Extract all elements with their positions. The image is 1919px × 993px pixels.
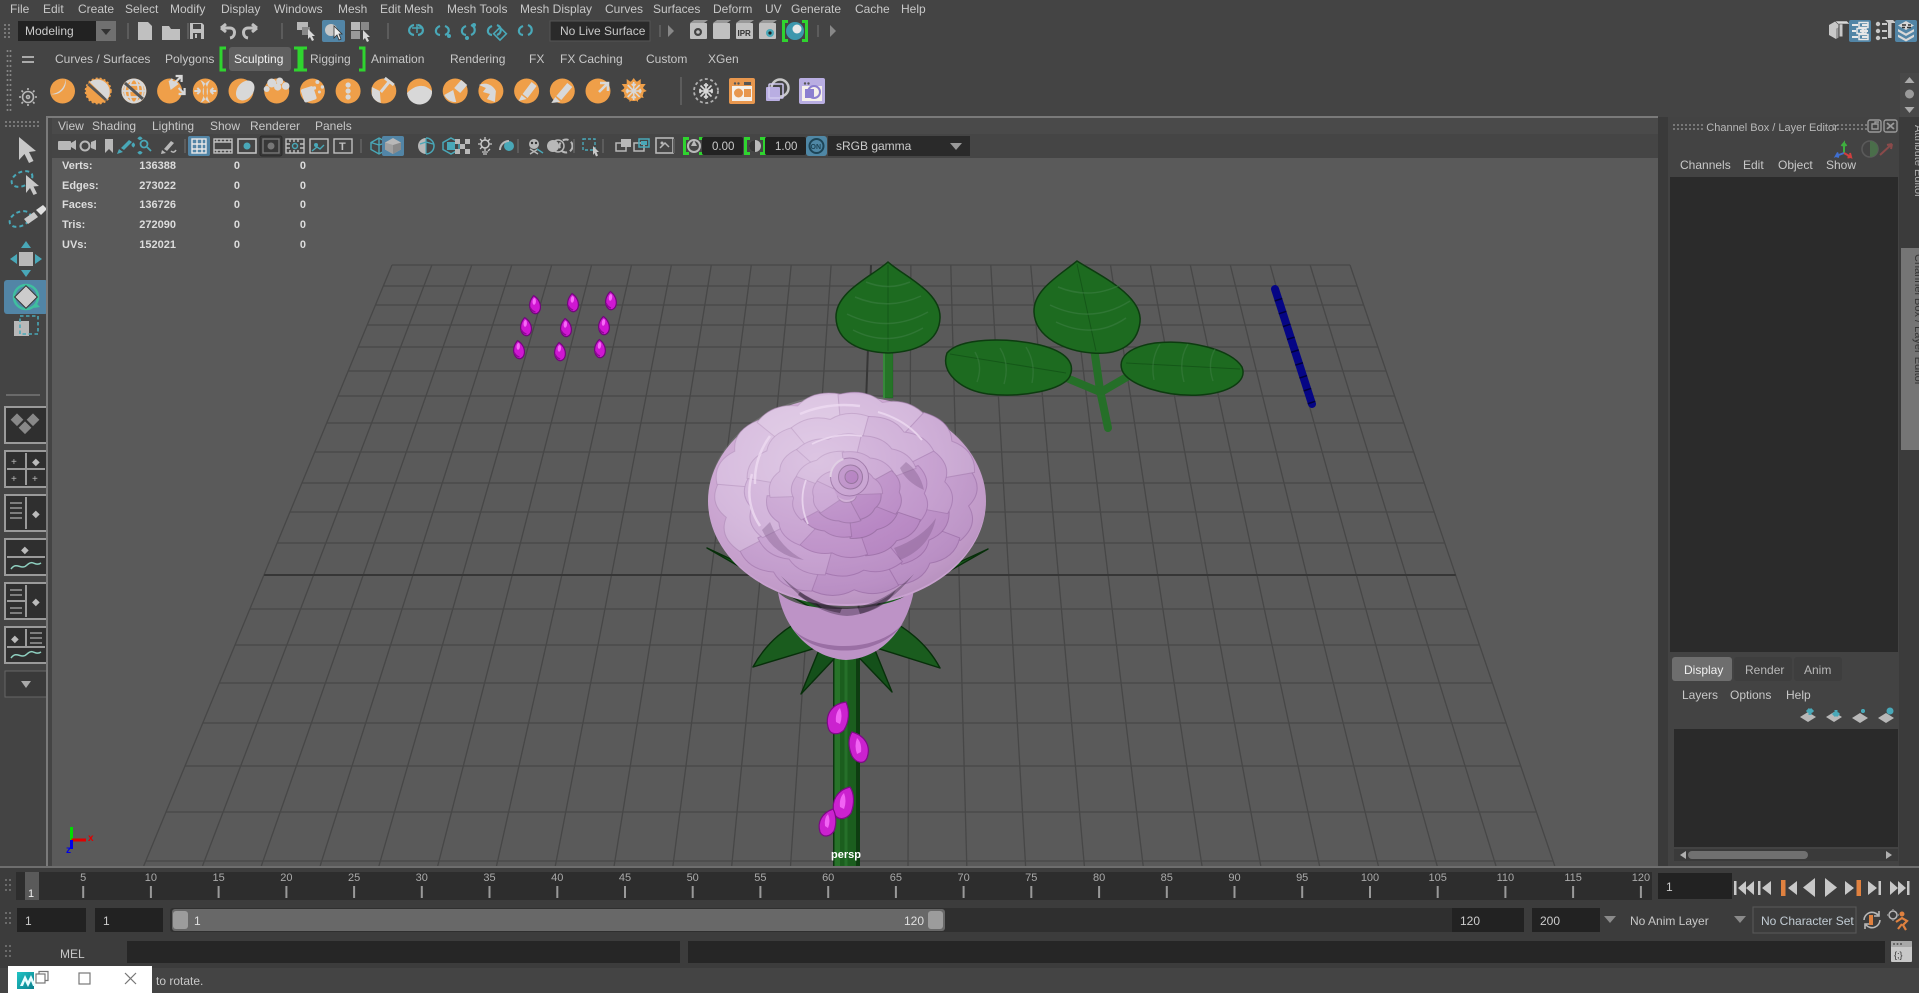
svg-text:Tris:: Tris: (62, 219, 85, 231)
svg-text:20: 20 (280, 872, 292, 884)
svg-text:ON: ON (811, 144, 822, 151)
svg-text:100: 100 (1361, 872, 1379, 884)
svg-text:80: 80 (1093, 872, 1105, 884)
svg-text:MEL: MEL (60, 947, 85, 961)
svg-text:70: 70 (957, 872, 969, 884)
svg-text:50: 50 (687, 872, 699, 884)
svg-text:1: 1 (1666, 880, 1673, 894)
svg-text:1: 1 (25, 914, 32, 928)
svg-text:0: 0 (234, 160, 240, 172)
svg-text:10: 10 (145, 872, 157, 884)
svg-text:Rigging: Rigging (310, 52, 351, 66)
svg-text:0: 0 (300, 180, 306, 192)
svg-text:1: 1 (194, 914, 201, 928)
svg-text:0: 0 (300, 160, 306, 172)
svg-text:Channels: Channels (1680, 158, 1731, 172)
svg-text:to rotate.: to rotate. (156, 974, 203, 988)
svg-text:Layers: Layers (1682, 688, 1718, 702)
svg-text:120: 120 (904, 914, 924, 928)
svg-text:30: 30 (416, 872, 428, 884)
svg-text:Rendering: Rendering (450, 52, 505, 66)
svg-text:◆: ◆ (32, 509, 40, 520)
svg-text:120: 120 (1632, 872, 1650, 884)
svg-text:Modeling: Modeling (25, 24, 74, 38)
svg-text:Curves / Surfaces: Curves / Surfaces (55, 52, 150, 66)
svg-text:Render: Render (1745, 663, 1784, 677)
svg-text:60: 60 (822, 872, 834, 884)
svg-text:Anim: Anim (1804, 663, 1831, 677)
svg-text:1.00: 1.00 (775, 141, 797, 153)
svg-text:55: 55 (754, 872, 766, 884)
svg-text:Custom: Custom (646, 52, 687, 66)
svg-text:273022: 273022 (139, 180, 176, 192)
svg-text:{;}: {;} (1894, 950, 1903, 960)
svg-text:sRGB gamma: sRGB gamma (836, 139, 912, 153)
svg-text:25: 25 (348, 872, 360, 884)
svg-text:0: 0 (234, 219, 240, 231)
svg-text:0: 0 (300, 219, 306, 231)
svg-text:200: 200 (1540, 914, 1560, 928)
svg-text:105: 105 (1429, 872, 1447, 884)
svg-text:Channel Box / Layer Editor: Channel Box / Layer Editor (1706, 122, 1838, 134)
svg-text:z: z (66, 845, 71, 856)
svg-text:115: 115 (1564, 872, 1582, 884)
svg-text:Channel Box / Layer Editor: Channel Box / Layer Editor (1912, 254, 1919, 386)
svg-text:Display: Display (1684, 663, 1723, 677)
svg-text:Verts:: Verts: (62, 160, 93, 172)
svg-text:IPR: IPR (738, 29, 752, 38)
svg-text:FX: FX (529, 52, 544, 66)
svg-text:persp: persp (831, 849, 861, 861)
svg-text:Animation: Animation (371, 52, 424, 66)
svg-text:1: 1 (28, 888, 34, 900)
svg-text:No Character Set: No Character Set (1761, 914, 1854, 928)
svg-text:0: 0 (234, 239, 240, 251)
svg-text:152021: 152021 (139, 239, 176, 251)
svg-text:◆: ◆ (11, 634, 19, 645)
svg-text:No Live Surface: No Live Surface (560, 24, 646, 38)
svg-text:Faces:: Faces: (62, 199, 97, 211)
svg-text:110: 110 (1497, 872, 1515, 884)
svg-text:x: x (88, 833, 94, 844)
svg-text:Help: Help (1786, 688, 1811, 702)
svg-text:Show: Show (1826, 158, 1856, 172)
svg-text:FX Caching: FX Caching (560, 52, 623, 66)
svg-text:Edit: Edit (1743, 158, 1764, 172)
svg-text:65: 65 (890, 872, 902, 884)
svg-text:90: 90 (1228, 872, 1240, 884)
svg-text:272090: 272090 (139, 219, 176, 231)
svg-text:95: 95 (1296, 872, 1308, 884)
svg-text:+: + (32, 474, 38, 485)
svg-text:85: 85 (1161, 872, 1173, 884)
svg-text:136388: 136388 (139, 160, 176, 172)
svg-text:1: 1 (103, 914, 110, 928)
svg-text:40: 40 (551, 872, 563, 884)
svg-text:Object: Object (1778, 158, 1813, 172)
svg-text:0: 0 (300, 239, 306, 251)
svg-text:45: 45 (619, 872, 631, 884)
svg-text:Options: Options (1730, 688, 1771, 702)
svg-text:5: 5 (80, 872, 86, 884)
svg-text:Attribute Editor: Attribute Editor (1912, 125, 1919, 198)
svg-text:◆: ◆ (32, 597, 40, 608)
svg-text:Sculpting: Sculpting (234, 52, 283, 66)
svg-text:+: + (11, 474, 17, 485)
svg-text:15: 15 (212, 872, 224, 884)
svg-text:XGen: XGen (708, 52, 739, 66)
svg-text:Edges:: Edges: (62, 180, 99, 192)
svg-text:35: 35 (483, 872, 495, 884)
svg-text:UVs:: UVs: (62, 239, 87, 251)
svg-text:0: 0 (300, 199, 306, 211)
svg-text:◆: ◆ (21, 545, 29, 556)
svg-text:T: T (339, 141, 346, 153)
svg-text:Polygons: Polygons (165, 52, 214, 66)
svg-text:120: 120 (1460, 914, 1480, 928)
svg-text:75: 75 (1025, 872, 1037, 884)
svg-text:0: 0 (234, 199, 240, 211)
svg-text:No Anim Layer: No Anim Layer (1630, 914, 1709, 928)
svg-text:136726: 136726 (139, 199, 176, 211)
svg-text:◆: ◆ (32, 457, 40, 468)
svg-text:0: 0 (234, 180, 240, 192)
svg-text:0.00: 0.00 (712, 141, 734, 153)
svg-text:+: + (11, 457, 17, 468)
